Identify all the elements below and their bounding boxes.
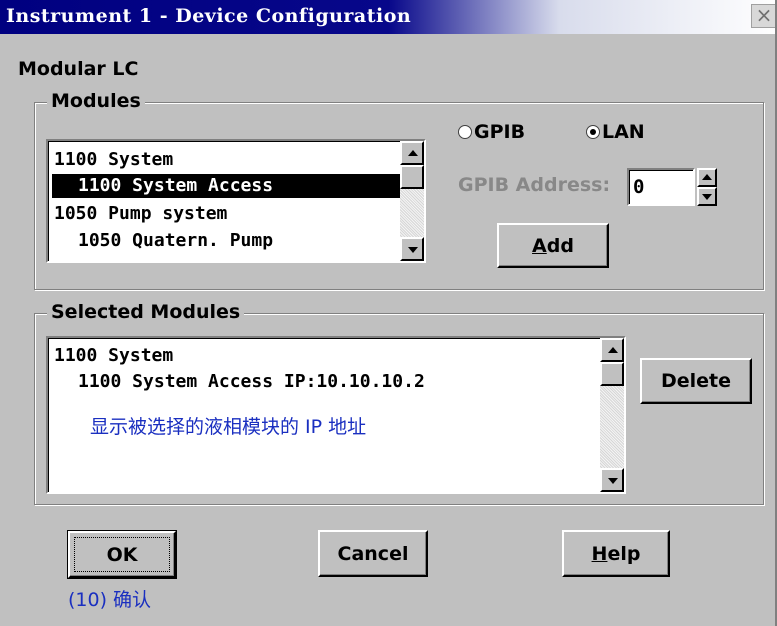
arrow-down-icon	[608, 478, 618, 484]
modules-scrollbar[interactable]	[400, 141, 424, 261]
spin-down-button[interactable]	[697, 187, 717, 206]
scroll-thumb[interactable]	[400, 165, 424, 189]
add-button-label: dd	[546, 234, 574, 257]
selected-scrollbar[interactable]	[600, 338, 624, 492]
ip-annotation: 显示被选择的液相模块的 IP 地址	[90, 416, 367, 438]
list-item[interactable]: 1050 Quatern. Pump	[78, 229, 273, 253]
radio-gpib[interactable]: GPIB	[458, 121, 525, 143]
ok-annotation: (10) 确认	[68, 589, 152, 611]
focus-rect	[74, 537, 170, 572]
help-button[interactable]: Help	[562, 530, 670, 577]
radio-gpib-label: GPIB	[474, 121, 526, 143]
selected-modules-group-label: Selected Modules	[47, 301, 245, 323]
close-icon: ×	[755, 3, 773, 27]
delete-button[interactable]: Delete	[640, 358, 752, 404]
gpib-address-spinner[interactable]	[697, 168, 717, 206]
cancel-button[interactable]: Cancel	[318, 530, 428, 577]
arrow-down-icon	[702, 194, 712, 200]
app-title: Modular LC	[18, 58, 139, 80]
help-button-mnemonic: H	[591, 542, 608, 565]
window-title: Instrument 1 - Device Configuration	[6, 5, 412, 27]
title-bar[interactable]: Instrument 1 - Device Configuration ×	[0, 0, 775, 34]
gpib-address-input[interactable]: 0	[627, 168, 695, 206]
arrow-up-icon	[608, 347, 618, 353]
scroll-up-button[interactable]	[600, 338, 624, 362]
scroll-down-button[interactable]	[400, 237, 424, 261]
radio-lan-circle[interactable]	[586, 125, 600, 139]
list-item[interactable]: 1100 System Access IP:10.10.10.2	[78, 370, 425, 394]
modules-group-label: Modules	[47, 90, 145, 112]
add-button-mnemonic: A	[532, 234, 547, 257]
radio-gpib-circle[interactable]	[458, 125, 472, 139]
ok-button[interactable]: OK	[67, 530, 177, 579]
arrow-down-icon	[408, 247, 418, 253]
list-item-selected[interactable]: 1100 System Access	[52, 174, 400, 198]
list-item[interactable]: 1050 Pump system	[54, 202, 227, 226]
scroll-thumb[interactable]	[600, 362, 624, 386]
radio-lan[interactable]: LAN	[586, 121, 645, 143]
device-configuration-dialog: Instrument 1 - Device Configuration × Mo…	[0, 0, 777, 626]
list-item[interactable]: 1100 System	[54, 148, 173, 172]
add-button[interactable]: Add	[497, 223, 609, 268]
modules-listbox[interactable]: 1100 System 1100 System Access 1050 Pump…	[46, 139, 426, 263]
arrow-up-icon	[702, 174, 712, 180]
help-button-label: elp	[607, 542, 641, 565]
scroll-up-button[interactable]	[400, 141, 424, 165]
list-item[interactable]: 1100 System	[54, 344, 173, 368]
close-button[interactable]: ×	[751, 3, 775, 28]
gpib-address-label: GPIB Address:	[458, 174, 611, 196]
arrow-up-icon	[408, 150, 418, 156]
scroll-down-button[interactable]	[600, 468, 624, 492]
spin-up-button[interactable]	[697, 168, 717, 187]
radio-lan-label: LAN	[602, 121, 645, 143]
